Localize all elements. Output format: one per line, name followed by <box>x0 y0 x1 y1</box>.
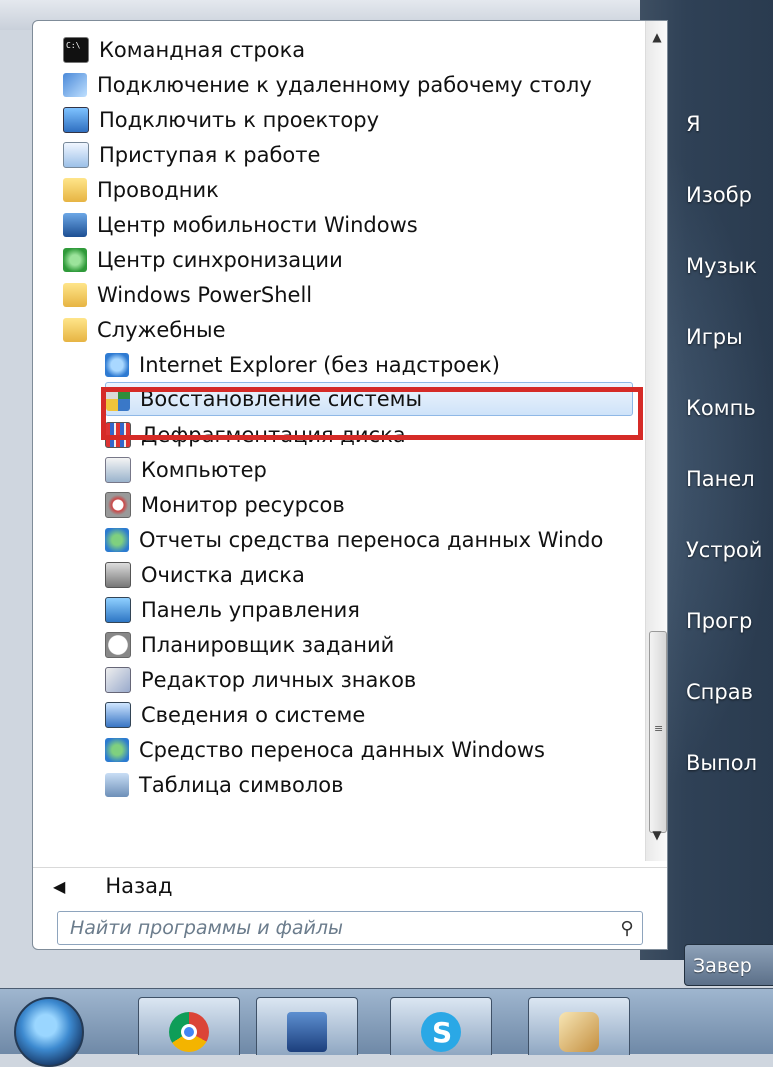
right-item-help[interactable]: Справ <box>686 680 753 704</box>
folder-icon <box>63 318 87 342</box>
list-item-resource-monitor[interactable]: Монитор ресурсов <box>105 488 345 522</box>
resource-monitor-icon <box>105 492 131 518</box>
list-item-disk-cleanup[interactable]: Очистка диска <box>105 558 305 592</box>
taskbar-button-save[interactable] <box>256 997 358 1055</box>
right-item-control-panel[interactable]: Панел <box>686 467 755 491</box>
right-item-games[interactable]: Игры <box>686 325 743 349</box>
list-item-label: Монитор ресурсов <box>141 493 345 517</box>
cmd-icon <box>63 37 89 63</box>
taskbar <box>0 988 773 1067</box>
scroll-thumb[interactable]: ≡ <box>649 631 667 833</box>
list-item-label: Подключение к удаленному рабочему столу <box>97 73 592 97</box>
program-list-scrollbar[interactable]: ▲ ≡ ▼ <box>645 21 667 861</box>
list-item-remote-desktop[interactable]: Подключение к удаленному рабочему столу <box>63 68 592 102</box>
back-label: Назад <box>105 874 173 898</box>
right-item-user[interactable]: Я <box>686 112 701 136</box>
list-item-label: Сведения о системе <box>141 703 366 727</box>
disk-cleanup-icon <box>105 562 131 588</box>
list-item-label: Редактор личных знаков <box>141 668 417 692</box>
list-item-getting-started[interactable]: Приступая к работе <box>63 138 320 172</box>
scroll-up-icon[interactable]: ▲ <box>646 23 667 51</box>
list-item-easy-transfer[interactable]: Средство переноса данных Windows <box>105 733 545 767</box>
search-field[interactable]: Найти программы и файлы ⚲ <box>57 911 643 945</box>
remote-desktop-icon <box>63 73 87 97</box>
list-item-transfer-reports[interactable]: Отчеты средства переноса данных Windo <box>105 523 603 557</box>
list-item-label: Служебные <box>97 318 226 342</box>
list-item-mobility-center[interactable]: Центр мобильности Windows <box>63 208 418 242</box>
chrome-icon <box>169 1012 209 1052</box>
list-item-label: Подключить к проектору <box>99 108 379 132</box>
list-item-label: Планировщик заданий <box>141 633 395 657</box>
list-item-label: Windows PowerShell <box>97 283 313 307</box>
grip-icon: ≡ <box>654 722 664 735</box>
paint-icon <box>559 1012 599 1052</box>
list-item-projector[interactable]: Подключить к проектору <box>63 103 379 137</box>
list-item-label: Средство переноса данных Windows <box>139 738 545 762</box>
list-item-label: Центр мобильности Windows <box>97 213 418 237</box>
computer-icon <box>105 457 131 483</box>
list-item-label: Панель управления <box>141 598 360 622</box>
list-item-task-scheduler[interactable]: Планировщик заданий <box>105 628 394 662</box>
red-highlight-box <box>101 387 643 440</box>
projector-icon <box>63 107 89 133</box>
list-item-system-info[interactable]: Сведения о системе <box>105 698 365 732</box>
charmap-icon <box>105 773 129 797</box>
list-item-label: Очистка диска <box>141 563 305 587</box>
program-list: Командная строка Подключение к удаленном… <box>33 21 645 861</box>
taskbar-button-skype[interactable] <box>390 997 492 1055</box>
getting-started-icon <box>63 142 89 168</box>
back-button[interactable]: ◀ Назад <box>33 867 667 904</box>
skype-icon <box>421 1012 461 1052</box>
start-orb-icon[interactable] <box>14 997 84 1067</box>
list-item-label: Командная строка <box>99 38 306 62</box>
taskbar-button-chrome[interactable] <box>138 997 240 1055</box>
shutdown-button[interactable]: Завер <box>684 944 773 986</box>
task-scheduler-icon <box>105 632 131 658</box>
explorer-folder-icon <box>63 178 87 202</box>
right-item-devices[interactable]: Устрой <box>686 538 762 562</box>
sync-center-icon <box>63 248 87 272</box>
list-item-label: Компьютер <box>141 458 267 482</box>
search-icon[interactable]: ⚲ <box>612 918 642 939</box>
control-panel-icon <box>105 597 131 623</box>
taskbar-button-paint[interactable] <box>528 997 630 1055</box>
list-item-cmd[interactable]: Командная строка <box>63 33 305 67</box>
char-editor-icon <box>105 667 131 693</box>
list-item-label: Internet Explorer (без надстроек) <box>139 353 500 377</box>
transfer-reports-icon <box>105 528 129 552</box>
list-item-ie-no-addons[interactable]: Internet Explorer (без надстроек) <box>105 348 500 382</box>
right-item-computer[interactable]: Компь <box>686 396 756 420</box>
list-item-explorer[interactable]: Проводник <box>63 173 219 207</box>
right-item-pictures[interactable]: Изобр <box>686 183 752 207</box>
list-item-control-panel[interactable]: Панель управления <box>105 593 360 627</box>
list-item-label: Отчеты средства переноса данных Windo <box>139 528 604 552</box>
list-item-char-editor[interactable]: Редактор личных знаков <box>105 663 416 697</box>
mobility-center-icon <box>63 213 87 237</box>
right-item-default-programs[interactable]: Прогр <box>686 609 752 633</box>
list-item-label: Проводник <box>97 178 219 202</box>
scroll-down-icon[interactable]: ▼ <box>646 821 667 849</box>
list-item-label: Таблица символов <box>139 773 344 797</box>
internet-explorer-icon <box>105 353 129 377</box>
easy-transfer-icon <box>105 738 129 762</box>
list-item-label: Центр синхронизации <box>97 248 343 272</box>
right-item-music[interactable]: Музык <box>686 254 757 278</box>
list-item-accessories-folder[interactable]: Служебные <box>63 313 226 347</box>
system-info-icon <box>105 702 131 728</box>
start-menu-left-panel: Командная строка Подключение к удаленном… <box>32 20 668 950</box>
list-item-sync-center[interactable]: Центр синхронизации <box>63 243 343 277</box>
list-item-powershell-folder[interactable]: Windows PowerShell <box>63 278 312 312</box>
folder-icon <box>63 283 87 307</box>
list-item-charmap[interactable]: Таблица символов <box>105 768 343 802</box>
back-arrow-icon: ◀ <box>53 876 66 896</box>
search-input[interactable]: Найти программы и файлы <box>58 917 612 939</box>
list-item-label: Приступая к работе <box>99 143 321 167</box>
list-item-computer[interactable]: Компьютер <box>105 453 267 487</box>
floppy-save-icon <box>287 1012 327 1052</box>
right-item-run[interactable]: Выпол <box>686 751 757 775</box>
